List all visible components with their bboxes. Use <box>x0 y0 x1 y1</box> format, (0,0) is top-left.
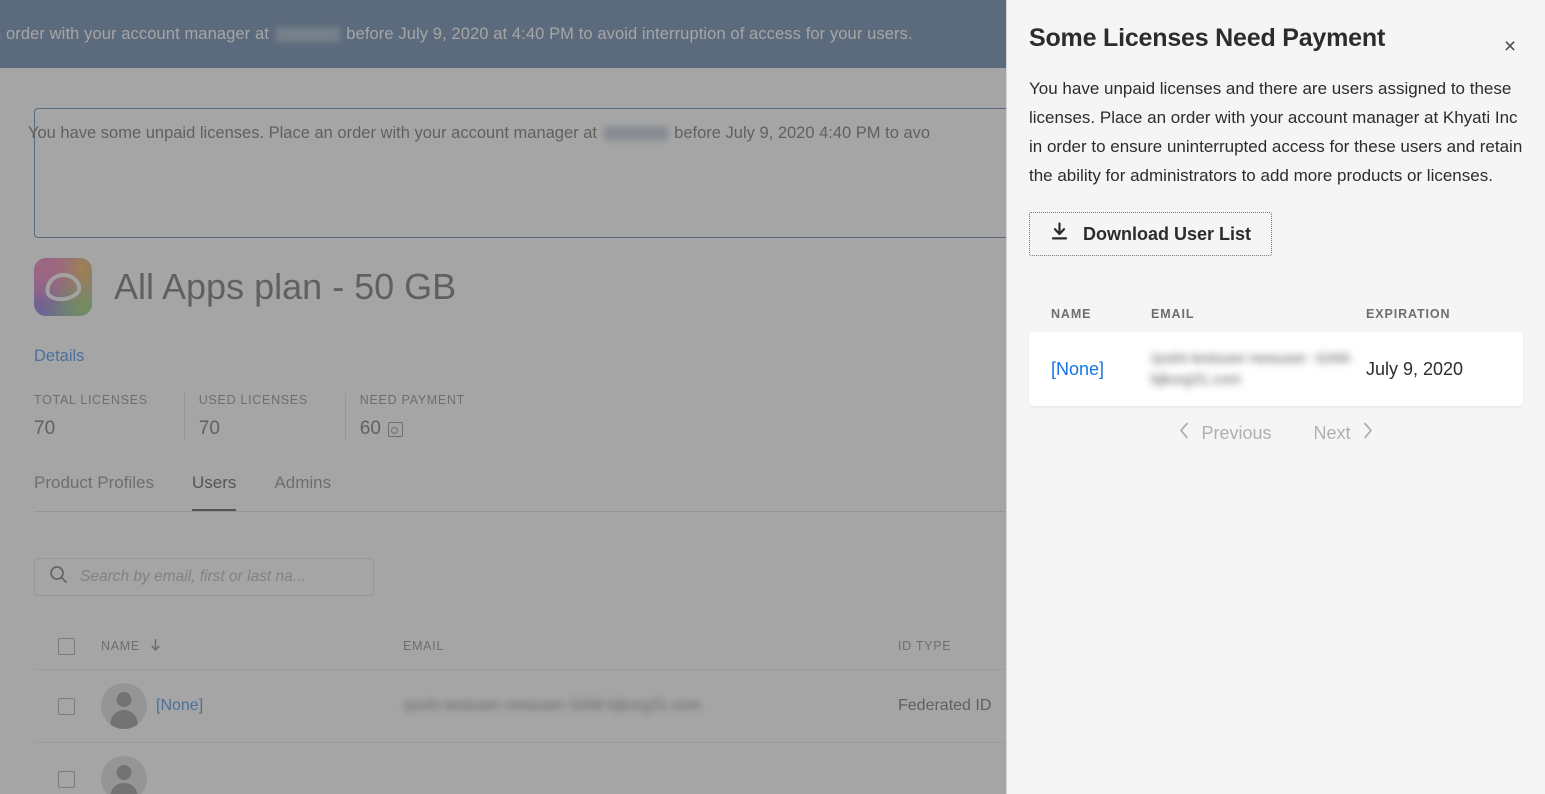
page-body: You have some unpaid licenses. Place an … <box>0 68 1006 794</box>
panel-column-header-expiration: EXPIRATION <box>1366 307 1451 321</box>
download-user-list-label: Download User List <box>1083 223 1252 244</box>
select-all-checkbox[interactable] <box>58 637 75 655</box>
stat-value-wrap: 60 <box>360 418 470 440</box>
previous-page-label: Previous <box>1201 422 1272 443</box>
panel-table-header: NAME EMAIL EXPIRATION <box>1029 307 1523 321</box>
stat-label: NEED PAYMENT <box>359 393 465 407</box>
panel-title: Some Licenses Need Payment <box>1029 24 1386 52</box>
table-row-partial[interactable] <box>34 743 1006 794</box>
panel-column-header-email: EMAIL <box>1151 307 1195 321</box>
top-banner-text-after: before July 9, 2020 at 4:40 PM to avoid … <box>346 24 913 43</box>
background-page: n order with your account manager at bef… <box>0 0 1006 794</box>
tab-product-profiles[interactable]: Product Profiles <box>34 473 154 511</box>
avatar <box>101 683 147 729</box>
row-name-cell: [None] <box>101 683 403 729</box>
row-checkbox[interactable] <box>58 770 75 788</box>
panel-table-row[interactable]: [None] rjoshi-testuser-newuser -SAM-bjko… <box>1029 332 1523 406</box>
avatar <box>101 756 147 794</box>
row-name-link[interactable]: [None] <box>156 697 203 715</box>
top-banner-text: n order with your account manager at bef… <box>0 25 913 44</box>
tab-users[interactable]: Users <box>192 473 237 511</box>
stat-need-payment: NEED PAYMENT 60 <box>360 393 506 440</box>
next-page-label: Next <box>1313 422 1351 443</box>
info-badge-icon[interactable] <box>387 421 403 437</box>
stat-value: 70 <box>34 418 56 439</box>
stat-value: 70 <box>198 418 220 439</box>
top-banner-text-before: n order with your account manager at <box>0 24 269 43</box>
stat-label: TOTAL LICENSES <box>34 393 148 407</box>
top-notification-banner: n order with your account manager at bef… <box>0 0 1006 68</box>
panel-pagination: Previous Next <box>1029 422 1523 444</box>
next-page-button[interactable]: Next <box>1314 422 1373 444</box>
search-input[interactable] <box>78 567 337 587</box>
stat-label: USED LICENSES <box>198 393 308 407</box>
chevron-right-icon <box>1362 422 1373 444</box>
unpaid-licenses-alert-text: You have some unpaid licenses. Place an … <box>28 124 930 143</box>
download-icon <box>1050 222 1069 246</box>
stat-total-licenses: TOTAL LICENSES 70 <box>34 393 185 440</box>
alert-text-before: You have some unpaid licenses. Place an … <box>28 124 597 142</box>
sort-arrow-down-icon <box>149 638 162 655</box>
search-box[interactable] <box>34 558 374 596</box>
tab-admins[interactable]: Admins <box>274 473 331 511</box>
panel-row-email: rjoshi-testuser-newuser -SAM-bjkorg31.co… <box>1151 350 1354 388</box>
close-icon[interactable]: × <box>1497 33 1523 59</box>
row-name-cell <box>101 756 403 794</box>
row-email-cell: rjoshi-testuser-newuser-SAM-bjkorg31.com <box>403 697 898 715</box>
license-stats: TOTAL LICENSES 70 USED LICENSES 70 NEED … <box>34 393 520 440</box>
users-table-header: NAME EMAIL ID TYPE <box>34 623 1006 670</box>
column-header-name-label: NAME <box>101 639 140 653</box>
row-id-type-cell: Federated ID <box>898 697 992 714</box>
creative-cloud-icon <box>34 258 92 316</box>
download-user-list-button[interactable]: Download User List <box>1029 212 1273 256</box>
panel-description: You have unpaid licenses and there are u… <box>1029 79 1523 185</box>
stat-used-licenses: USED LICENSES 70 <box>199 393 346 440</box>
chevron-left-icon <box>1179 422 1190 444</box>
column-header-name[interactable]: NAME <box>101 638 403 655</box>
plan-header: All Apps plan - 50 GB <box>34 258 456 316</box>
top-banner-redacted-org <box>275 26 340 42</box>
column-header-id-type[interactable]: ID TYPE <box>898 639 1006 653</box>
users-table: NAME EMAIL ID TYPE [None] rjoshi-testuse… <box>34 623 1006 794</box>
column-header-email[interactable]: EMAIL <box>403 639 898 653</box>
search-icon <box>49 565 68 589</box>
licenses-need-payment-panel: Some Licenses Need Payment × You have un… <box>1006 0 1545 794</box>
stat-value-wrap: 70 <box>199 418 309 440</box>
stat-value: 60 <box>359 418 381 439</box>
row-email-value: rjoshi-testuser-newuser-SAM-bjkorg31.com <box>403 697 702 714</box>
previous-page-button[interactable]: Previous <box>1179 422 1272 444</box>
stat-value-wrap: 70 <box>34 418 148 440</box>
alert-text-after: before July 9, 2020 4:40 PM to avo <box>674 124 931 142</box>
panel-column-header-name: NAME <box>1051 307 1092 321</box>
panel-row-expiration: July 9, 2020 <box>1366 358 1464 379</box>
details-link[interactable]: Details <box>34 347 84 366</box>
panel-row-name-link[interactable]: [None] <box>1051 359 1151 380</box>
table-row[interactable]: [None] rjoshi-testuser-newuser-SAM-bjkor… <box>34 670 1006 743</box>
page-title: All Apps plan - 50 GB <box>114 266 457 307</box>
alert-redacted-org <box>603 126 668 142</box>
plan-tabs: Product Profiles Users Admins <box>34 473 1006 512</box>
row-checkbox[interactable] <box>58 697 75 715</box>
